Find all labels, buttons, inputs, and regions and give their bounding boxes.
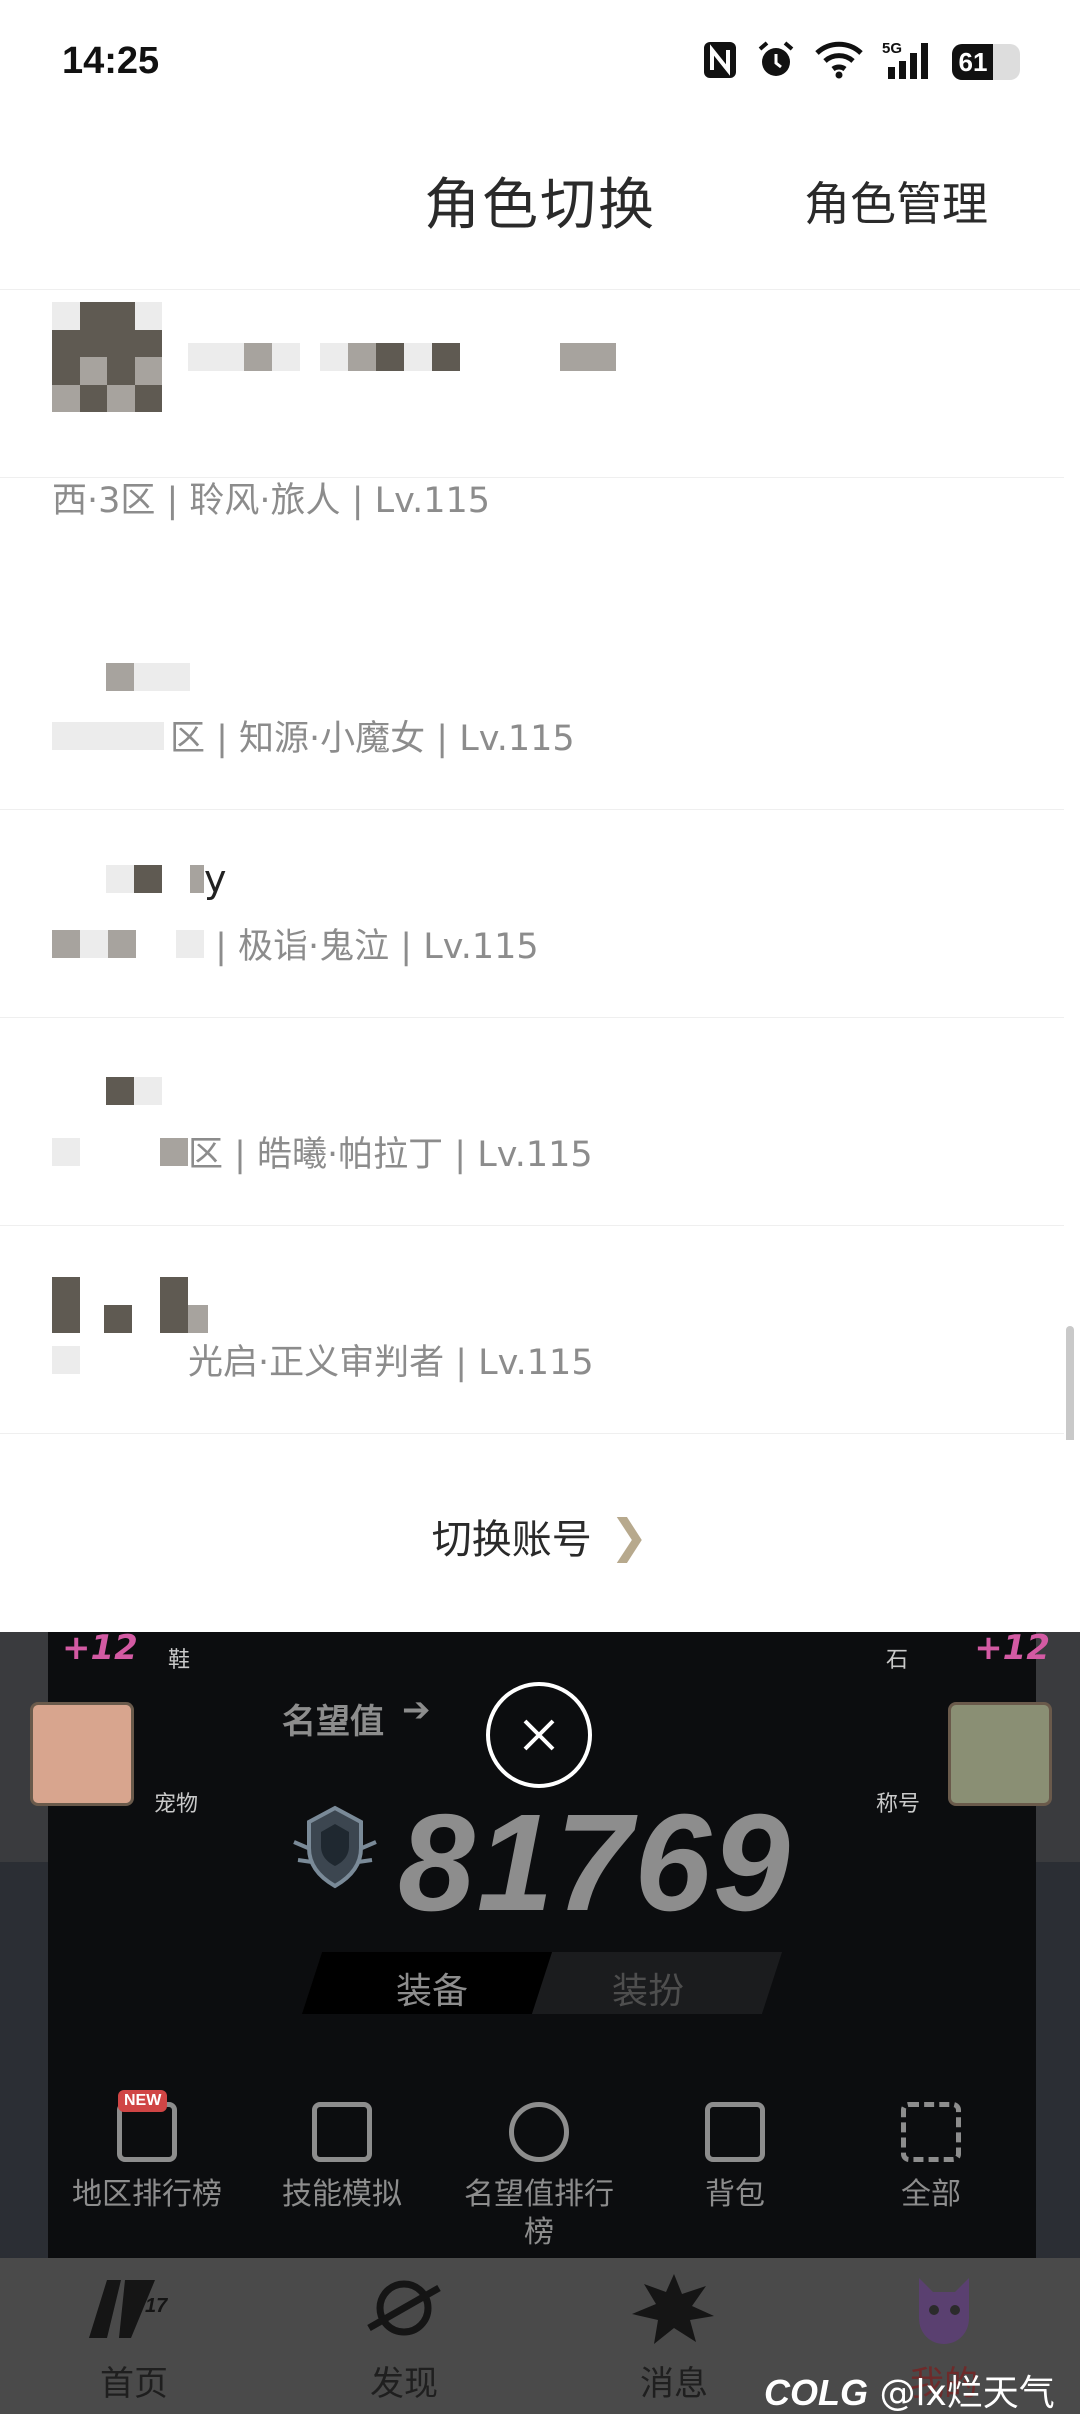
tab-message[interactable]: 消息 [594, 2268, 754, 2405]
quick-skill-sim[interactable]: 技能模拟 [257, 2102, 427, 2214]
character-name [106, 1066, 162, 1116]
quick-label: 技能模拟 [282, 2177, 402, 2212]
quick-label: 全部 [901, 2177, 961, 2212]
character-row[interactable]: y | 极诣·鬼泣 | Lv.115 [0, 810, 1064, 1018]
switch-account-button[interactable]: 切换账号 ❯ [0, 1440, 1080, 1632]
character-info: 西·3区 | 聆风·旅人 | Lv.115 [52, 481, 491, 521]
signal-icon: 5G [882, 39, 934, 85]
character-row[interactable]: 区 | 知源·小魔女 | Lv.115 [0, 602, 1064, 810]
character-info: 区 | 皓曦·帕拉丁 | Lv.115 [52, 1126, 593, 1177]
quick-bag[interactable]: 背包 [650, 2102, 820, 2214]
character-info-text: 区 | 皓曦·帕拉丁 | Lv.115 [188, 1135, 593, 1175]
skill-icon [312, 2102, 372, 2162]
fame-emblem-icon [293, 1805, 377, 1889]
home-logo-icon: 17 [89, 2280, 168, 2338]
character-name-text: y [204, 857, 227, 901]
network-label: 5G [882, 40, 902, 57]
close-sheet-button[interactable] [486, 1682, 592, 1788]
pet-thumbnail[interactable] [30, 1702, 134, 1806]
tab-outfit[interactable]: 装扮 [612, 1962, 684, 2014]
quick-fame-ranking[interactable]: 名望值排行榜 [454, 2102, 624, 2252]
battery-text: 61 [958, 47, 988, 77]
tab-equipment[interactable]: 装备 [396, 1962, 468, 2014]
switch-account-label: 切换账号 [431, 1517, 592, 1563]
tab-label: 消息 [640, 2364, 708, 2404]
discover-icon [367, 2280, 441, 2336]
fame-value: 81769 [398, 1786, 792, 1940]
enhance-level-left: +12 [62, 1632, 138, 1668]
character-name: y [106, 854, 227, 904]
nfc-icon [702, 40, 738, 84]
quick-region-ranking[interactable]: 地区排行榜 [62, 2102, 232, 2214]
tab-label: 首页 [100, 2364, 168, 2404]
status-time: 14:25 [62, 40, 160, 82]
alarm-icon [756, 40, 796, 84]
profile-icon [919, 2278, 969, 2344]
close-icon [523, 1719, 555, 1751]
character-info-text: | 极诣·鬼泣 | Lv.115 [204, 927, 539, 967]
character-name [106, 652, 190, 702]
watermark: COLG @lx烂天气 [764, 2364, 1055, 2414]
character-row[interactable]: 光启·正义审判者 | Lv.115 [0, 1226, 1064, 1434]
quick-label: 名望值排行榜 [464, 2177, 614, 2250]
watermark-brand: COLG [764, 2372, 868, 2413]
wifi-icon [814, 41, 864, 83]
character-name [188, 332, 616, 382]
status-icons: 5G 61 [702, 40, 1020, 84]
character-row[interactable]: 区 | 皓曦·帕拉丁 | Lv.115 [0, 1018, 1064, 1226]
character-info: 区 | 知源·小魔女 | Lv.115 [52, 710, 575, 761]
character-name [52, 1277, 208, 1333]
equip-outfit-toggle[interactable] [301, 1952, 783, 2014]
quick-label: 地区排行榜 [72, 2177, 222, 2212]
tab-home[interactable]: 17 首页 [54, 2268, 214, 2405]
sheet-header: 角色切换 角色管理 [0, 120, 1080, 290]
slot-label-pet: 宠物 [154, 1792, 199, 1817]
character-info-text: 区 | 知源·小魔女 | Lv.115 [170, 719, 575, 759]
chevron-right-icon: ❯ [609, 1509, 649, 1563]
character-list[interactable]: 西·3区 | 聆风·旅人 | Lv.115 区 | 知源·小魔女 | Lv.11… [0, 290, 1080, 1440]
character-row[interactable]: 西·3区 | 聆风·旅人 | Lv.115 [0, 290, 1064, 521]
fame-label: 名望值 [282, 1702, 384, 1742]
slot-label-title: 称号 [876, 1792, 921, 1817]
arrow-right-icon: ➔ [402, 1690, 431, 1730]
bag-icon [705, 2102, 765, 2162]
slot-label-shoes: 鞋 [168, 1648, 191, 1673]
avatar [52, 302, 162, 412]
quick-label: 背包 [705, 2177, 765, 2212]
enhance-level-right: +12 [974, 1632, 1050, 1668]
list-scrollbar[interactable] [1066, 1326, 1074, 1440]
svg-text:17: 17 [145, 2295, 168, 2317]
grid-icon [901, 2102, 961, 2162]
tab-label: 发现 [370, 2364, 438, 2404]
new-badge: NEW [118, 2090, 168, 2112]
slot-label-stone: 石 [886, 1648, 909, 1673]
status-bar: 14:25 5G 61 [0, 0, 1080, 120]
title-thumbnail[interactable] [948, 1702, 1052, 1806]
tab-discover[interactable]: 发现 [324, 2268, 484, 2405]
character-info: | 极诣·鬼泣 | Lv.115 [52, 918, 539, 969]
role-manage-button[interactable]: 角色管理 [804, 168, 988, 234]
character-info: 光启·正义审判者 | Lv.115 [52, 1334, 594, 1385]
battery-icon: 61 [952, 44, 1020, 80]
fame-rank-icon [509, 2102, 569, 2162]
message-icon [632, 2274, 714, 2344]
character-info-text: 光启·正义审判者 | Lv.115 [188, 1343, 594, 1383]
watermark-user: @lx烂天气 [879, 2373, 1055, 2414]
quick-all[interactable]: 全部 [846, 2102, 1016, 2214]
